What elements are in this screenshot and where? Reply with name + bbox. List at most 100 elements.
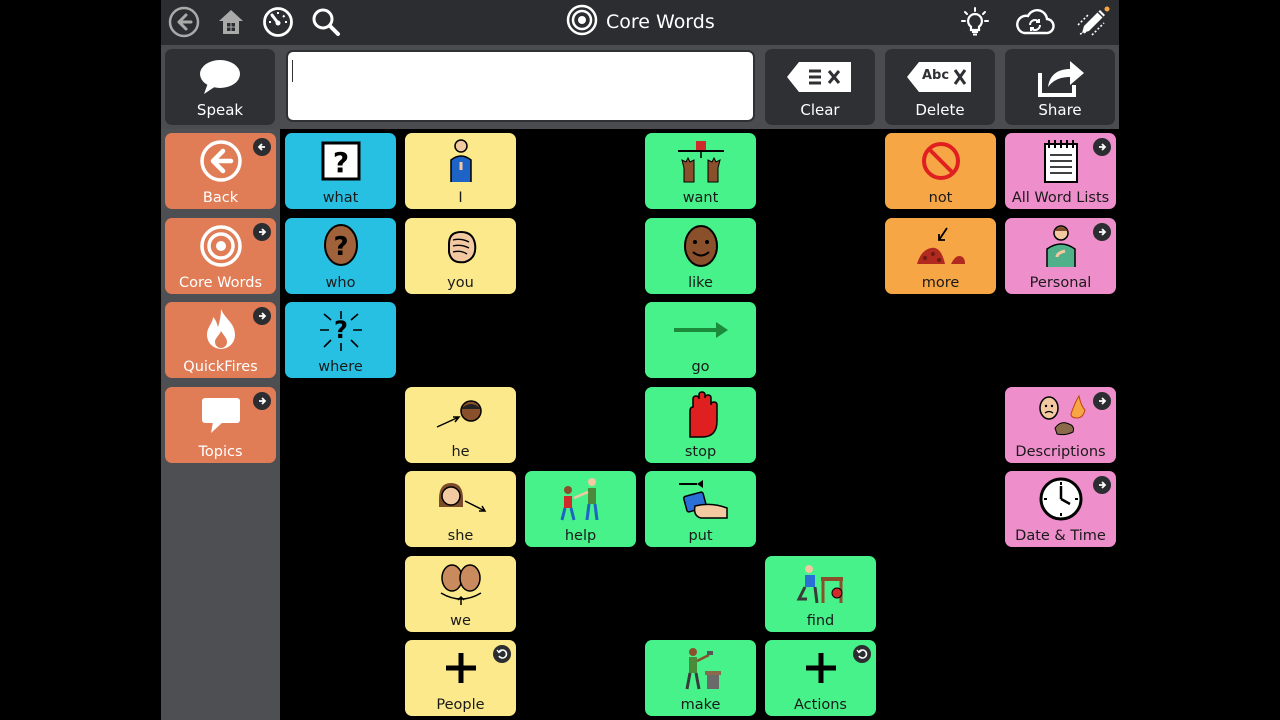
folder-actions[interactable]: Actions [765, 640, 876, 716]
person-self-icon [405, 136, 516, 186]
folder-personal[interactable]: Personal [1005, 218, 1116, 294]
word-find-label: find [806, 613, 835, 629]
word-i-label: I [458, 190, 463, 206]
speak-label: Speak [196, 101, 244, 119]
word-more-label: more [921, 275, 960, 291]
word-we[interactable]: we [405, 556, 516, 632]
person-he-icon [405, 390, 516, 440]
word-she-label: she [447, 528, 474, 544]
word-like[interactable]: like [645, 218, 756, 294]
folder-descriptions-label: Descriptions [1015, 444, 1106, 460]
word-more[interactable]: more [885, 218, 996, 294]
app-window: Core Words Speak Clear Abc Delete Share … [161, 0, 1119, 720]
dashboard-gauge-icon[interactable] [261, 5, 295, 39]
link-badge-icon [1093, 223, 1111, 241]
word-not-label: not [928, 190, 953, 206]
put-hand-icon [645, 474, 756, 524]
stop-hand-icon [645, 390, 756, 440]
word-help-label: help [564, 528, 597, 544]
nav-topics-button[interactable]: Topics [165, 387, 276, 463]
page-title: Core Words [606, 11, 715, 33]
home-icon[interactable] [214, 5, 248, 39]
nav-topics-label: Topics [198, 444, 243, 460]
word-where-label: where [318, 359, 363, 375]
search-icon[interactable] [309, 5, 343, 39]
word-she[interactable]: she [405, 471, 516, 547]
word-you[interactable]: you [405, 218, 516, 294]
word-who-label: who [325, 275, 356, 291]
word-where[interactable]: ? where [285, 302, 396, 378]
word-like-label: like [688, 275, 713, 291]
lightbulb-icon[interactable] [958, 5, 992, 39]
word-find[interactable]: find [765, 556, 876, 632]
nav-back-label: Back [202, 190, 239, 206]
clear-button[interactable]: Clear [765, 49, 875, 125]
pointing-hand-icon [405, 221, 516, 271]
share-button[interactable]: Share [1005, 49, 1115, 125]
folder-personal-label: Personal [1029, 275, 1092, 291]
word-i[interactable]: I [405, 133, 516, 209]
folder-actions-label: Actions [794, 697, 847, 713]
word-stop-label: stop [684, 444, 717, 460]
back-circle-icon[interactable] [167, 5, 201, 39]
word-he[interactable]: he [405, 387, 516, 463]
word-want-label: want [682, 190, 719, 206]
folder-all-word-lists-label: All Word Lists [1011, 190, 1110, 206]
person-hammering-icon [645, 643, 756, 693]
cloud-sync-icon[interactable] [1012, 5, 1058, 39]
nav-quickfires-label: QuickFires [183, 359, 258, 375]
word-go[interactable]: go [645, 302, 756, 378]
directions-question-icon: ? [285, 305, 396, 355]
people-we-icon [405, 559, 516, 609]
delete-tag-icon: Abc [885, 55, 995, 99]
folder-date-time-label: Date & Time [1015, 528, 1106, 544]
back-badge-icon [253, 138, 271, 156]
person-question-icon: ? [285, 221, 396, 271]
delete-button[interactable]: Abc Delete [885, 49, 995, 125]
word-put[interactable]: put [645, 471, 756, 547]
word-want[interactable]: want [645, 133, 756, 209]
word-help[interactable]: help [525, 471, 636, 547]
top-bar: Core Words [161, 0, 1119, 45]
link-badge-icon [253, 223, 271, 241]
nav-back-button[interactable]: Back [165, 133, 276, 209]
folder-descriptions[interactable]: Descriptions [1005, 387, 1116, 463]
return-badge-icon [853, 645, 871, 663]
word-you-label: you [447, 275, 474, 291]
person-searching-icon [765, 559, 876, 609]
message-input[interactable] [286, 50, 755, 122]
word-he-label: he [451, 444, 470, 460]
nav-quickfires-button[interactable]: QuickFires [165, 302, 276, 378]
word-stop[interactable]: stop [645, 387, 756, 463]
question-box-icon: ? [285, 136, 396, 186]
pile-more-icon [885, 221, 996, 271]
word-what-label: what [322, 190, 359, 206]
word-not[interactable]: not [885, 133, 996, 209]
edit-pencil-icon[interactable] [1076, 5, 1110, 39]
link-badge-icon [1093, 476, 1111, 494]
folder-people[interactable]: People [405, 640, 516, 716]
right-arrow-icon [645, 305, 756, 355]
folder-all-word-lists[interactable]: All Word Lists [1005, 133, 1116, 209]
delete-tag-text: Abc [922, 68, 950, 83]
clear-label: Clear [800, 101, 840, 119]
person-she-icon [405, 474, 516, 524]
word-go-label: go [691, 359, 710, 375]
word-put-label: put [688, 528, 713, 544]
word-make-label: make [680, 697, 721, 713]
word-make[interactable]: make [645, 640, 756, 716]
share-label: Share [1038, 101, 1082, 119]
nav-core-words-button[interactable]: Core Words [165, 218, 276, 294]
page-title-group: Core Words [566, 4, 715, 39]
clear-tag-icon [765, 55, 875, 99]
folder-date-time[interactable]: Date & Time [1005, 471, 1116, 547]
speak-button[interactable]: Speak [165, 49, 275, 125]
word-who[interactable]: ? who [285, 218, 396, 294]
link-badge-icon [1093, 138, 1111, 156]
link-badge-icon [253, 392, 271, 410]
svg-text:?: ? [333, 232, 348, 262]
word-we-label: we [450, 613, 471, 629]
word-what[interactable]: ? what [285, 133, 396, 209]
return-badge-icon [493, 645, 511, 663]
link-badge-icon [1093, 392, 1111, 410]
